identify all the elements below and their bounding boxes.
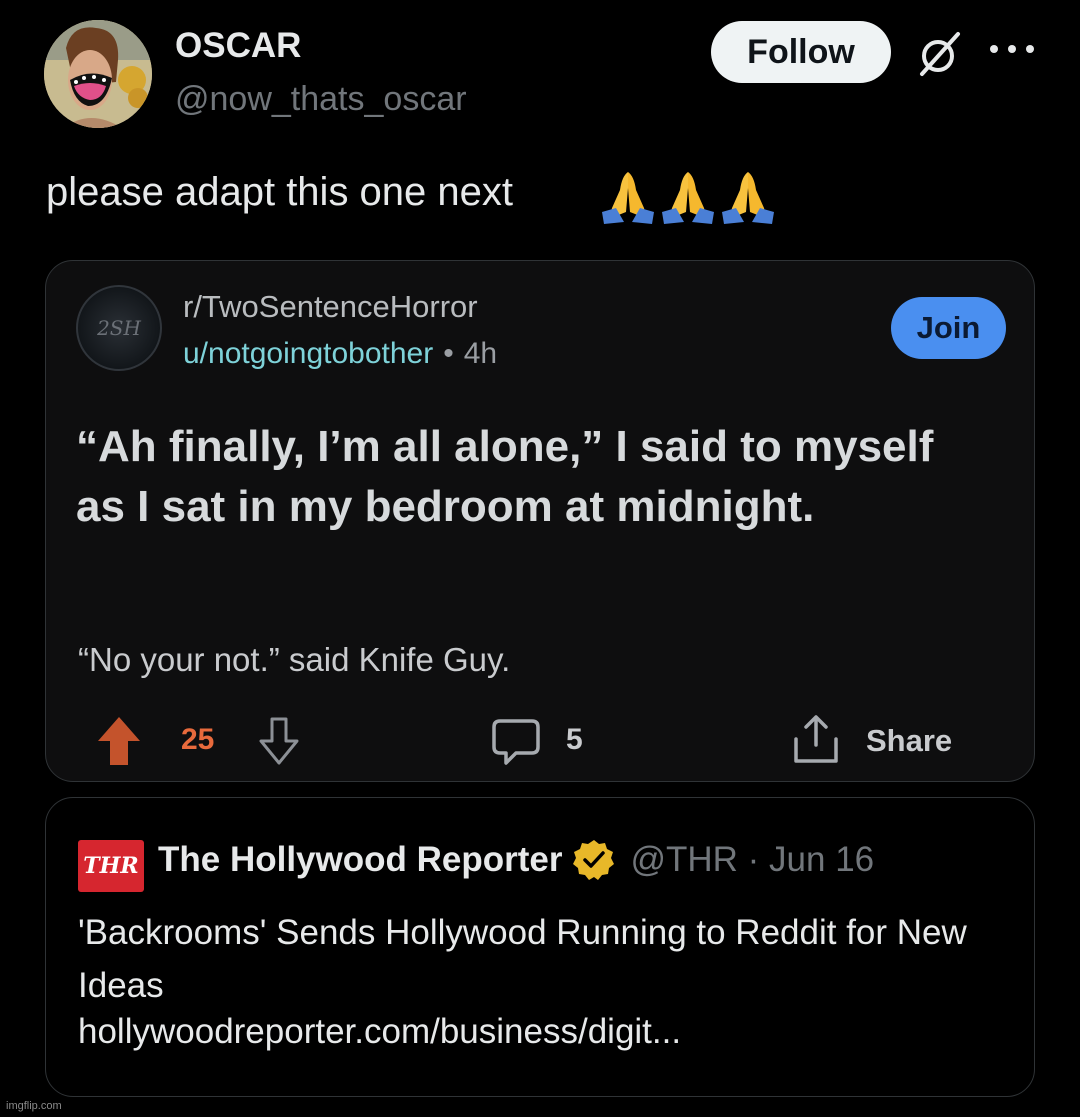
join-button: Join [891,297,1006,359]
post-title: “Ah finally, I’m all alone,” I said to m… [76,422,934,531]
watermark: imgflip.com [6,1100,62,1112]
author-handle[interactable]: @now_thats_oscar [175,80,467,119]
emoji-group [600,168,776,226]
quoted-tweet-header: The Hollywood Reporter @THR · Jun 16 [158,838,874,882]
quoted-tweet[interactable]: THR The Hollywood Reporter @THR · Jun 16… [45,797,1035,1097]
folded-hands-icon [662,172,714,224]
upvote-count: 25 [181,723,215,756]
tweet-text: please adapt this one next [46,170,514,214]
more-options-icon[interactable] [990,34,1034,64]
embedded-reddit-image[interactable]: 2SH r/TwoSentenceHorror u/notgoingtoboth… [45,260,1035,782]
post-actions: 25 5 Share [46,711,1034,767]
subreddit-name: r/TwoSentenceHorror [183,289,478,324]
follow-button[interactable]: Follow [711,21,891,83]
grok-icon[interactable] [916,30,964,78]
folded-hands-icon [722,172,774,224]
post-screenshot: OSCAR @now_thats_oscar Follow please ada… [0,0,1080,1117]
reddit-username: u/notgoingtobother [183,337,434,370]
byline-separator: • [443,337,454,370]
folded-hands-icon [602,172,654,224]
share-label: Share [866,723,953,758]
avatar[interactable] [44,20,152,128]
share-icon [794,715,838,763]
author-display-name[interactable]: OSCAR [175,26,301,66]
avatar-image [44,20,152,128]
quoted-tweet-link[interactable]: hollywoodreporter.com/business/digit... [78,1012,681,1052]
downvote-icon [259,717,299,765]
post-byline: u/notgoingtobother • 4h [183,337,497,371]
quoted-tweet-text: 'Backrooms' Sends Hollywood Running to R… [78,913,967,1005]
post-time: 4h [463,337,498,370]
comment-count: 5 [566,723,583,756]
post-body: “No your not.” said Knife Guy. [78,641,511,678]
comment-icon [492,719,540,765]
quoted-author-name: The Hollywood Reporter [158,840,563,879]
thr-logo: THR [78,840,144,892]
subreddit-icon: 2SH [76,285,162,371]
quoted-handle-date: @THR · Jun 16 [630,840,875,879]
upvote-icon [98,717,140,765]
verified-badge-icon [573,840,615,880]
